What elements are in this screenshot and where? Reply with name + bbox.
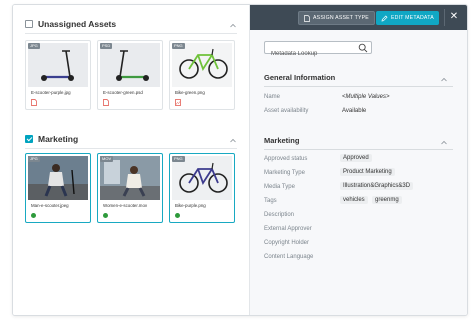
- tag-chip: vehicles: [340, 196, 368, 204]
- bike-purple-image: [179, 162, 228, 193]
- section-title-marketing: Marketing: [264, 136, 300, 145]
- man-scooter-photo-image: [28, 156, 88, 200]
- metadata-toolbar: ASSIGN ASSET TYPE EDIT METADATA ✕: [250, 5, 467, 30]
- section-title-general: General Information: [264, 73, 336, 82]
- asset-thumbnail: [172, 43, 232, 87]
- edit-metadata-label: EDIT METADATA: [391, 15, 434, 21]
- asset-filename: E-scooter-green.psd: [103, 90, 143, 95]
- assign-asset-type-label: ASSIGN ASSET TYPE: [313, 15, 369, 21]
- file-icon: [31, 99, 37, 106]
- status-dot: [175, 213, 180, 218]
- asset-filename: Bike-green.png: [175, 90, 205, 95]
- image-file-icon: [175, 99, 181, 106]
- status-dot: [103, 213, 108, 218]
- field-label: Copyright Holder: [264, 240, 310, 246]
- asset-card[interactable]: PSD E-scooter-green.psd: [97, 40, 163, 110]
- file-icon: [103, 99, 109, 106]
- group-checkbox-unassigned[interactable]: [25, 20, 33, 28]
- scooter-green-image: [116, 50, 149, 81]
- group-header-unassigned[interactable]: Unassigned Assets: [25, 19, 116, 29]
- file-type-badge: PNG: [172, 43, 185, 49]
- metadata-search[interactable]: [264, 41, 372, 60]
- field-label: Media Type: [264, 184, 295, 190]
- field-value: <Multiple Values>: [342, 94, 390, 100]
- chevron-up-icon[interactable]: [230, 138, 236, 144]
- asset-thumbnail: [28, 43, 88, 87]
- field-label: Approved status: [264, 156, 308, 162]
- divider: [264, 149, 453, 150]
- asset-card[interactable]: PNG Bike-green.png: [169, 40, 235, 110]
- value-chip: Illustration&Graphics&3D: [340, 182, 414, 190]
- bike-green-image: [179, 48, 228, 79]
- file-type-badge: PSD: [100, 43, 113, 49]
- asset-card[interactable]: JPG E-scooter-purple.jpg: [25, 40, 91, 110]
- group-title: Marketing: [38, 134, 79, 144]
- divider: [25, 33, 237, 34]
- divider: [444, 9, 445, 26]
- group-header-marketing[interactable]: Marketing: [25, 134, 78, 144]
- asset-card[interactable]: MOV Women-e-scooter.mov: [97, 153, 163, 223]
- asset-list-panel: Unassigned Assets JPG E-scooter-purple.j…: [13, 5, 249, 315]
- file-type-badge: JPG: [28, 43, 40, 49]
- chevron-up-icon[interactable]: [441, 77, 447, 83]
- asset-filename: Women-e-scooter.mov: [103, 203, 148, 208]
- file-type-badge: PNG: [172, 156, 185, 162]
- file-type-badge: JPG: [28, 156, 40, 162]
- pencil-icon: [381, 15, 388, 21]
- asset-filename: Bike-purple.png: [175, 203, 206, 208]
- field-value: Available: [342, 108, 367, 114]
- chevron-up-icon[interactable]: [230, 23, 236, 29]
- file-type-badge: MOV: [100, 156, 114, 162]
- divider: [25, 148, 237, 149]
- metadata-panel: ASSIGN ASSET TYPE EDIT METADATA ✕ Genera…: [249, 5, 467, 315]
- assign-asset-type-button[interactable]: ASSIGN ASSET TYPE: [298, 11, 375, 25]
- field-label: Name: [264, 94, 281, 100]
- field-label: Content Language: [264, 254, 314, 260]
- value-chip: Product Marketing: [340, 168, 395, 176]
- asset-card[interactable]: JPG Man-e-scooter.jpeg: [25, 153, 91, 223]
- asset-thumbnail: [100, 43, 160, 87]
- asset-card[interactable]: PNG Bike-purple.png: [169, 153, 235, 223]
- group-title: Unassigned Assets: [38, 19, 117, 29]
- asset-thumbnail: [28, 156, 88, 200]
- group-checkbox-marketing[interactable]: [25, 135, 33, 143]
- asset-filename: E-scooter-purple.jpg: [31, 90, 71, 95]
- chevron-up-icon[interactable]: [441, 140, 447, 146]
- edit-metadata-button[interactable]: EDIT METADATA: [376, 11, 439, 25]
- asset-filename: Man-e-scooter.jpeg: [31, 203, 69, 208]
- field-label: Asset availability: [264, 108, 309, 114]
- divider: [264, 86, 453, 87]
- woman-scooter-photo-image: [100, 156, 160, 200]
- tag-chip: greenmg: [372, 196, 402, 204]
- scooter-purple-image: [41, 50, 74, 81]
- field-label: Tags: [264, 198, 277, 204]
- metadata-search-input[interactable]: [265, 48, 355, 60]
- asset-manager-window: Unassigned Assets JPG E-scooter-purple.j…: [12, 4, 468, 316]
- search-icon[interactable]: [358, 43, 368, 53]
- status-dot: [31, 213, 36, 218]
- asset-thumbnail: [100, 156, 160, 200]
- field-label: External Approver: [264, 226, 312, 232]
- field-label: Marketing Type: [264, 170, 305, 176]
- asset-thumbnail: [172, 156, 232, 200]
- value-chip: Approved: [340, 154, 372, 162]
- field-label: Description: [264, 212, 295, 218]
- document-icon: [304, 14, 310, 22]
- close-icon[interactable]: ✕: [447, 10, 461, 24]
